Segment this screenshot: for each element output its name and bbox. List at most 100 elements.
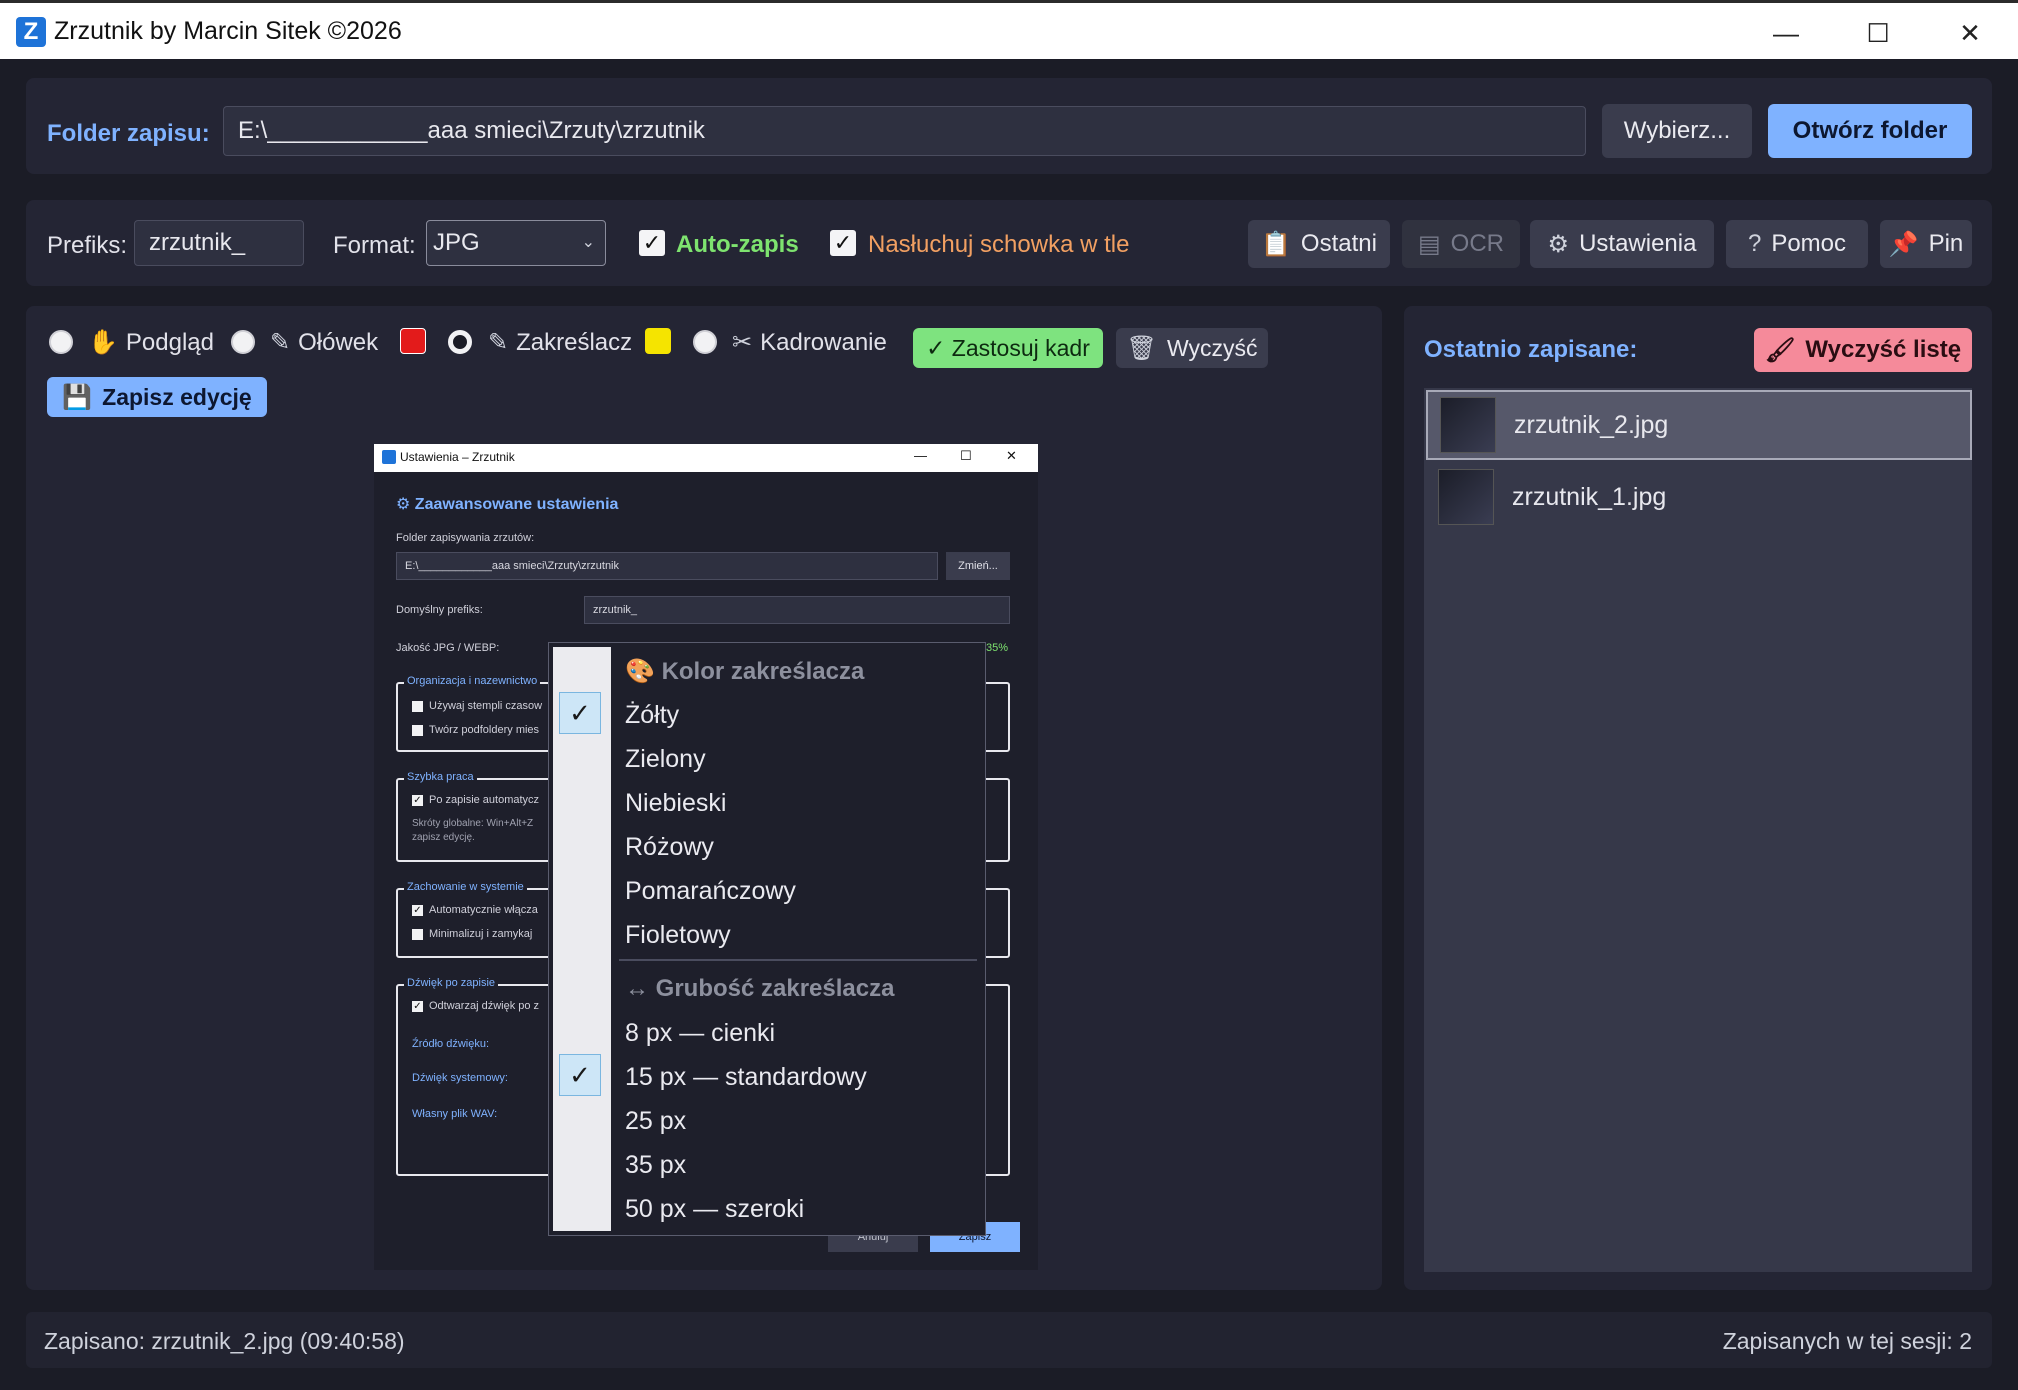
- folder-path-input[interactable]: E:\____________aaa smieci\Zrzuty\zrzutni…: [223, 106, 1586, 156]
- minimize-button[interactable]: —: [1756, 11, 1816, 55]
- clear-button[interactable]: 🗑 Wyczyść: [1116, 328, 1268, 368]
- pin-button[interactable]: 📌 Pin: [1880, 220, 1972, 268]
- autosave-checkbox[interactable]: ✓: [639, 230, 665, 256]
- open-folder-button[interactable]: Otwórz folder: [1768, 104, 1972, 158]
- inner-heading: ⚙ Zaawansowane ustawienia: [396, 494, 618, 514]
- maximize-button[interactable]: ☐: [1848, 11, 1908, 55]
- format-select[interactable]: JPG ⌄: [426, 220, 606, 266]
- ocr-button[interactable]: ▤ OCR: [1402, 220, 1520, 268]
- menu-color-header: 🎨 Kolor zakreślacza: [625, 657, 864, 686]
- recent-item-name: zrzutnik_1.jpg: [1512, 482, 1667, 511]
- format-value: JPG: [433, 229, 480, 256]
- preview-tool[interactable]: ✋ Podgląd: [88, 328, 214, 357]
- trash-icon: 🗑: [1126, 334, 1157, 362]
- highlighter-color-swatch[interactable]: [645, 328, 671, 354]
- check-icon: ✓: [559, 1054, 601, 1096]
- recent-button-label: Ostatni: [1300, 230, 1377, 257]
- recent-item[interactable]: zrzutnik_1.jpg: [1426, 462, 1972, 532]
- gear-icon: ⚙: [1547, 230, 1570, 258]
- menu-separator: [619, 959, 977, 961]
- menu-item-width-3[interactable]: 35 px: [625, 1151, 686, 1180]
- inner-org-2: Twórz podfoldery mies: [429, 724, 540, 736]
- inner-gear-icon: ⚙: [396, 496, 411, 513]
- preview-label: Podgląd: [125, 328, 214, 356]
- inner-group-sound-title: Dźwięk po zapisie: [404, 977, 499, 989]
- menu-item-width-0[interactable]: 8 px — cienki: [625, 1019, 775, 1048]
- inner-quality-value: 35%: [986, 642, 1009, 654]
- recent-item[interactable]: zrzutnik_2.jpg: [1426, 390, 1972, 460]
- check-icon: ✓: [559, 692, 601, 734]
- menu-width-header: ↔ Grubość zakreślacza: [625, 975, 895, 1002]
- inner-title-bar: Ustawienia – Zrzutnik — ☐ ✕: [374, 444, 1038, 472]
- settings-button[interactable]: ⚙ Ustawienia: [1530, 220, 1714, 268]
- menu-item-color-5[interactable]: Fioletowy: [625, 921, 731, 950]
- question-icon: ?: [1747, 230, 1762, 257]
- floppy-icon: 💾: [62, 383, 93, 411]
- recent-button[interactable]: 📋 Ostatni: [1248, 220, 1390, 268]
- menu-color-header-text: Kolor zakreślacza: [661, 658, 865, 685]
- inner-group-org-title: Organizacja i nazewnictwo: [404, 675, 541, 687]
- pencil-tool[interactable]: ✎ Ołówek: [270, 328, 378, 357]
- chevron-down-icon: ⌄: [581, 234, 595, 251]
- inner-folder-input: E:\____________aaa smieci\Zrzuty\zrzutni…: [396, 552, 938, 580]
- pencil-radio[interactable]: [231, 330, 255, 354]
- crop-radio[interactable]: [693, 330, 717, 354]
- highlighter-context-menu: 🎨 Kolor zakreślacza ✓ Żółty Zielony Nieb…: [548, 642, 986, 1236]
- highlighter-radio[interactable]: [448, 330, 472, 354]
- highlighter-tool[interactable]: ✎ Zakreślacz: [488, 328, 632, 357]
- menu-item-color-4[interactable]: Pomarańczowy: [625, 877, 796, 906]
- folder-label: Folder zapisu:: [47, 120, 210, 147]
- help-button[interactable]: ? Pomoc: [1726, 220, 1868, 268]
- apply-crop-button[interactable]: ✓ Zastosuj kadr: [913, 328, 1103, 368]
- save-edit-button[interactable]: 💾 Zapisz edycję: [47, 377, 267, 417]
- menu-item-color-0[interactable]: Żółty: [625, 701, 679, 730]
- help-button-label: Pomoc: [1771, 230, 1847, 257]
- ocr-icon: ▤: [1417, 230, 1441, 258]
- clear-list-label: Wyczyść listę: [1805, 336, 1962, 363]
- status-bar: Zapisano: zrzutnik_2.jpg (09:40:58) Zapi…: [26, 1312, 1992, 1368]
- menu-item-color-1[interactable]: Zielony: [625, 745, 706, 774]
- preview-radio[interactable]: [49, 330, 73, 354]
- clipboard-listen-label: Nasłuchuj schowka w tle: [868, 231, 1130, 258]
- pencil-label: Ołówek: [298, 328, 379, 356]
- palette-icon: 🎨: [625, 658, 655, 685]
- format-label: Format:: [333, 232, 416, 259]
- pin-icon: 📌: [1888, 230, 1919, 258]
- menu-item-width-4[interactable]: 50 px — szeroki: [625, 1195, 804, 1224]
- clear-list-button[interactable]: 🖌 Wyczyść listę: [1754, 328, 1972, 372]
- crop-label: Kadrowanie: [760, 328, 887, 356]
- inner-folder-label: Folder zapisywania zrzutów:: [396, 532, 535, 544]
- inner-heading-text: Zaawansowane ustawienia: [414, 496, 619, 513]
- window-title: Zrzutnik by Marcin Sitek ©2026: [54, 17, 402, 45]
- inner-prefix-input: zrzutnik_: [584, 596, 1010, 624]
- pencil-icon: ✎: [270, 329, 291, 356]
- inner-sys-2: Minimalizuj i zamykaj: [429, 928, 533, 940]
- title-bar: Z Zrzutnik by Marcin Sitek ©2026 — ☐ ✕: [0, 0, 2018, 59]
- menu-item-color-2[interactable]: Niebieski: [625, 789, 726, 818]
- inner-change-button: Zmień...: [946, 552, 1010, 580]
- clipboard-listen-checkbox[interactable]: ✓: [830, 230, 856, 256]
- prefix-input[interactable]: zrzutnik_: [134, 220, 304, 266]
- inner-org-1: Używaj stempli czasow: [429, 700, 543, 712]
- inner-group-fast-title: Szybka praca: [404, 771, 477, 783]
- recent-item-name: zrzutnik_2.jpg: [1514, 410, 1669, 439]
- crop-tool[interactable]: ✂ Kadrowanie: [732, 328, 887, 357]
- pencil-color-swatch[interactable]: [400, 328, 426, 354]
- highlighter-icon: ✎: [488, 329, 509, 356]
- inner-sys-1: Automatycznie włącza: [429, 904, 538, 916]
- menu-item-width-2[interactable]: 25 px: [625, 1107, 686, 1136]
- choose-folder-button[interactable]: Wybierz...: [1602, 104, 1752, 158]
- menu-item-width-1[interactable]: 15 px — standardowy: [625, 1063, 867, 1092]
- menu-item-color-3[interactable]: Różowy: [625, 833, 714, 862]
- menu-gutter: [553, 647, 611, 1231]
- inner-sound-1: Odtwarzaj dźwięk po z: [429, 1000, 540, 1012]
- inner-sound-sys: Dźwięk systemowy:: [412, 1072, 508, 1084]
- close-button[interactable]: ✕: [1940, 11, 2000, 55]
- inner-close-icon: ✕: [1006, 448, 1017, 463]
- recent-title: Ostatnio zapisane:: [1424, 336, 1638, 363]
- inner-sound-src: Źródło dźwięku:: [412, 1038, 490, 1050]
- autosave-label: Auto-zapis: [676, 231, 799, 258]
- inner-fast-1: Po zapisie automatycz: [429, 794, 540, 806]
- status-right: Zapisanych w tej sesji: 2: [1722, 1328, 1972, 1354]
- thumbnail-image: [1438, 469, 1494, 525]
